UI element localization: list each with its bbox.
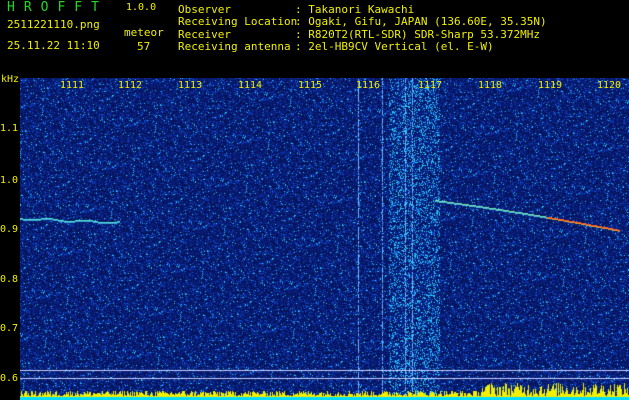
y-tick-label: 0.6	[0, 373, 19, 384]
x-tick-label: 1113	[178, 80, 203, 91]
x-tick-label: 1118	[478, 80, 503, 91]
info-value: : Takanori Kawachi	[295, 3, 415, 16]
file-name: 2511221110.png	[7, 18, 100, 31]
x-tick-label: 1111	[60, 80, 85, 91]
y-tick-label: 0.9	[0, 224, 19, 235]
info-value: : 2el-HB9CV Vertical (el. E-W)	[295, 39, 494, 53]
spectrogram-plot	[20, 78, 629, 400]
info-key: Receiving antenna	[178, 39, 291, 53]
logo-text: HROFFT	[7, 0, 108, 15]
date-time: 25.11.22 11:10	[7, 39, 100, 52]
y-tick-label: 1.1	[0, 123, 19, 134]
app-version: 1.0.0	[126, 2, 157, 13]
app-logo: HROFFT	[7, 0, 108, 15]
x-tick-label: 1115	[298, 80, 323, 91]
x-tick-label: 1114	[238, 80, 263, 91]
info-key: Receiving Location	[178, 15, 298, 29]
info-value: : R820T2(RTL-SDR) SDR-Sharp 53.372MHz	[295, 27, 541, 41]
y-tick-label: 0.7	[0, 323, 19, 334]
y-tick-label: 1.0	[0, 175, 19, 186]
x-tick-label: 1120	[597, 80, 622, 91]
meteor-count: 57	[137, 40, 151, 53]
y-tick-label: 0.8	[0, 274, 19, 285]
x-tick-label: 1112	[118, 80, 143, 91]
station-info: Observer: Takanori Kawachi Receiving Loc…	[178, 3, 547, 53]
header-panel: HROFFT 1.0.0 2511221110.png 25.11.22 11:…	[0, 0, 629, 72]
x-tick-label: 1116	[356, 80, 381, 91]
info-row-antenna: Receiving antenna : 2el-HB9CV Vertical (e…	[178, 39, 547, 53]
x-tick-label: 1117	[418, 80, 443, 91]
meteor-label: meteor	[124, 26, 164, 39]
x-tick-label: 1119	[538, 80, 563, 91]
info-value: : Ogaki, Gifu, JAPAN (136.60E, 35.35N)	[295, 15, 547, 29]
y-axis-unit: kHz	[1, 74, 20, 85]
